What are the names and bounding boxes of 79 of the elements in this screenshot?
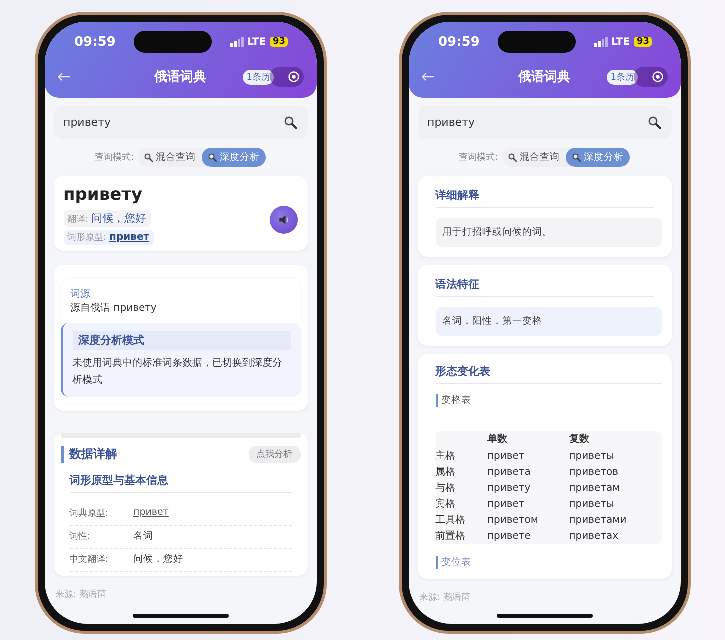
history-badge[interactable]: 1条历 [242,70,274,84]
app-title: 俄语词典 [154,69,207,86]
lemma-link[interactable]: привет [110,232,150,243]
signal-icon [594,37,608,47]
battery-level: 93 [270,37,288,47]
section-heading: 数据详解 [60,446,118,463]
case-cell: 属格 [436,464,488,480]
battery-level: 93 [634,37,652,47]
note-title: 深度分析模式 [72,331,290,350]
status-time: 09:59 [74,34,116,50]
lemma-label: 词形原型: [68,232,107,244]
search-icon [508,152,518,162]
source-note: 来源: 鹅语菌 [54,588,108,601]
card-text: 名词，阳性，第一变格 [442,316,542,327]
mode-tab[interactable]: 混合查询 [138,148,202,167]
case-cell: 前置格 [436,528,488,544]
table-cell: приветом [488,512,570,528]
table-cell: приветах [569,528,662,544]
search-icon [572,152,582,162]
table-cell: приветы [569,448,662,464]
search-icon[interactable] [648,116,662,130]
case-cell: 主格 [436,448,488,464]
subheading: 变格表 [436,394,472,407]
speaker-button[interactable] [270,206,298,234]
column-header: 单数 [488,431,570,448]
table-cell: привет [488,496,570,512]
translation-text: 问候，您好 [92,211,147,226]
field-label: 词典原型: [70,508,110,520]
case-cell: 与格 [436,480,488,496]
status-time: 09:59 [438,34,480,50]
etymology-text: 源自俄语 привету [70,302,158,315]
search-icon[interactable] [284,116,298,130]
card-title: 语法特征 [436,277,654,297]
back-arrow-icon[interactable] [56,72,70,82]
field-value: 问候，您好 [134,553,184,566]
column-header: 复数 [569,431,662,448]
etymology-label: 词源 [70,288,92,301]
source-note: 来源: 鹅语菌 [418,592,472,604]
search-field[interactable]: привету [418,106,672,139]
translation-label: 翻译: [68,214,89,226]
headword: привету [64,185,143,205]
signal-icon [230,37,244,47]
capsule-menu[interactable] [634,67,668,87]
case-cell: 宾格 [436,496,488,512]
table-cell: приветами [569,512,662,528]
field-value: 名词 [134,530,154,543]
case-cell: 工具格 [436,512,488,528]
field-label: 中文翻译: [70,554,110,566]
table-cell: привете [488,528,570,544]
card-title: 形态变化表 [436,364,662,384]
app-title: 俄语词典 [518,69,571,86]
mode-tab[interactable]: 混合查询 [502,148,566,167]
record-icon[interactable] [288,71,300,83]
table-cell: привету [488,480,570,496]
capsule-menu[interactable] [270,67,304,87]
field-label: 词性: [70,530,92,543]
network-label: LTE [612,36,630,48]
card-text: 用于打招呼或问候的词。 [442,227,552,238]
mode-label: 查询模式: [458,152,498,164]
table-cell: привет [488,448,570,464]
note-text: 未使用词典中的标准词条数据，已切换到深度分析模式 [72,356,284,388]
record-icon[interactable] [652,71,664,83]
analyze-button[interactable]: 点我分析 [248,446,300,463]
search-field[interactable]: привету [54,106,308,139]
table-cell: приветы [569,496,662,512]
search-icon [144,152,154,162]
table-cell: приветов [569,464,662,480]
mode-label: 查询模式: [94,152,134,164]
card-title: 详细解释 [436,188,654,208]
history-badge[interactable]: 1条历 [606,70,638,84]
search-icon [208,152,218,162]
table-cell: приветам [569,480,662,496]
field-link[interactable]: привет [134,507,169,520]
table-cell: привета [488,464,570,480]
speaker-icon [276,213,290,227]
card-title: 词形原型与基本信息 [70,473,292,493]
subheading: 变位表 [436,556,472,569]
back-arrow-icon[interactable] [420,72,434,82]
network-label: LTE [248,36,266,48]
